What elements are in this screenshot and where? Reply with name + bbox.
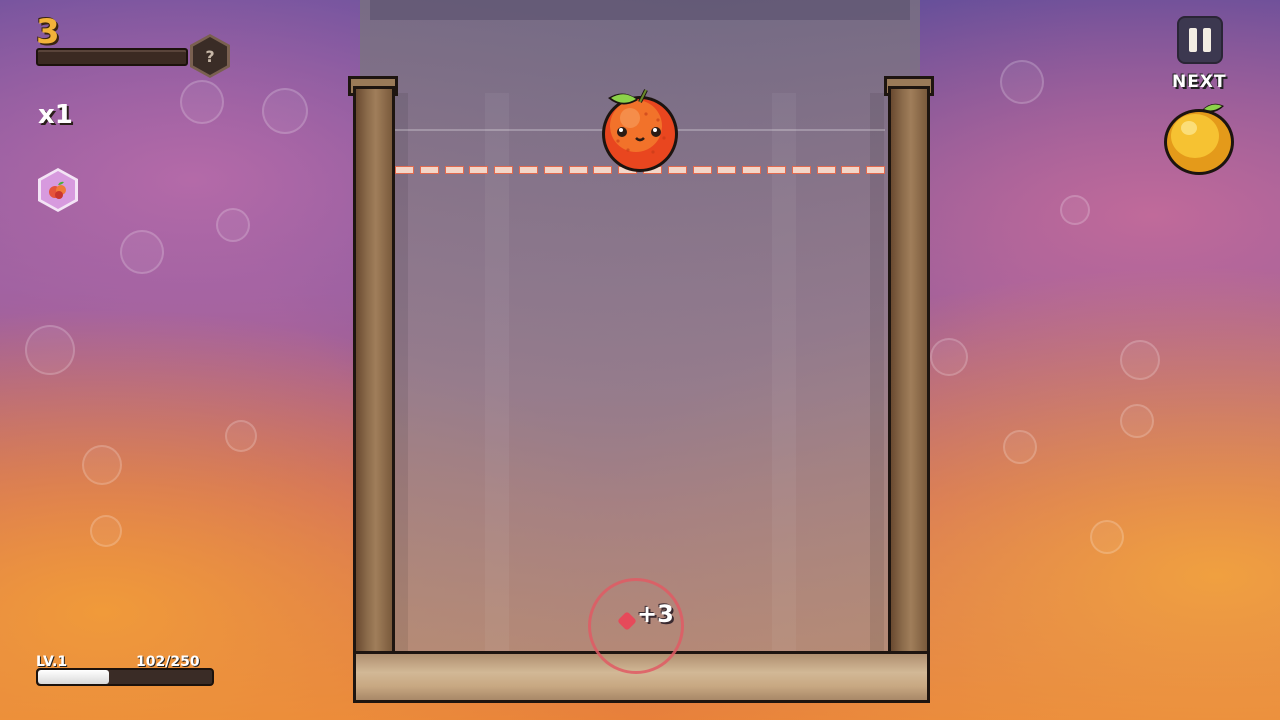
- pause-icon-bar-right: [1203, 28, 1211, 52]
- powerup-button[interactable]: [38, 168, 78, 212]
- game-over-line-dash: [742, 166, 762, 174]
- question-icon: ?: [193, 37, 227, 75]
- game-over-line-dash: [692, 166, 712, 174]
- game-over-line-dash: [767, 166, 786, 174]
- game-over-line-dash: [568, 166, 588, 174]
- game-over-line-dash: [866, 166, 886, 174]
- score-progress-bar: [36, 48, 188, 66]
- game-over-line-dash: [519, 166, 538, 174]
- pause-button[interactable]: [1177, 16, 1223, 64]
- game-over-line-dash: [395, 166, 414, 174]
- score-popup-text: +3: [637, 600, 674, 628]
- game-over-line-dash: [816, 166, 836, 174]
- multiplier-value: x1: [38, 100, 73, 130]
- score-value: 3: [36, 12, 61, 52]
- game-over-line-dash: [444, 166, 464, 174]
- container-top-glass: [370, 0, 910, 20]
- lemon-icon: [1164, 103, 1234, 175]
- game-over-line-dash: [469, 166, 489, 174]
- game-over-line-dash: [494, 166, 514, 174]
- game-over-line-dash: [543, 166, 563, 174]
- next-label: NEXT: [1172, 72, 1227, 92]
- game-over-line-dash: [717, 166, 737, 174]
- xp-progress-bar: [36, 668, 214, 686]
- left-wall: [353, 86, 395, 662]
- unknown-fruit-badge[interactable]: ?: [190, 34, 230, 78]
- pause-icon-bar-left: [1189, 28, 1197, 52]
- orange-icon[interactable]: [598, 86, 684, 172]
- fruit-cluster-icon: [49, 181, 66, 199]
- game-over-line-dash: [791, 166, 811, 174]
- right-wall: [888, 86, 930, 662]
- xp-progress-fill: [38, 670, 109, 684]
- game-over-line-dash: [841, 166, 861, 174]
- game-over-line-dash: [419, 166, 439, 174]
